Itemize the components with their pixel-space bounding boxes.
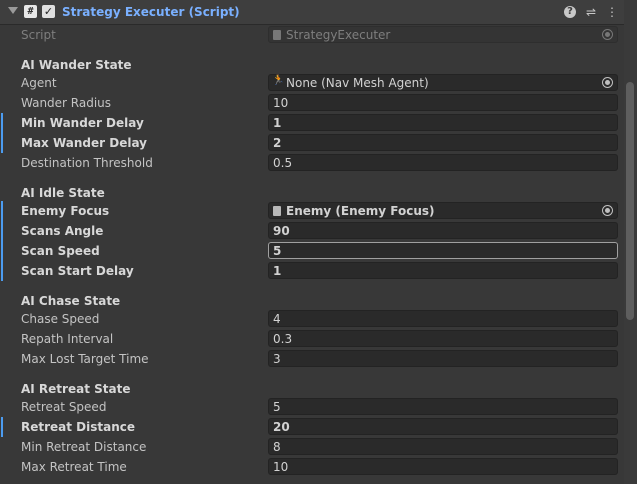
wander-radius-input[interactable]: 10: [268, 94, 618, 111]
field-row-max-retreat-time: Max Retreat Time 10: [0, 457, 624, 477]
modified-indicator: [1, 113, 3, 133]
script-row: Script StrategyExecuter: [0, 25, 624, 45]
retreat-speed-input[interactable]: 5: [268, 398, 618, 415]
field-value: None (Nav Mesh Agent): [286, 76, 429, 90]
object-picker-icon[interactable]: [602, 205, 613, 216]
field-label: Chase Speed: [21, 312, 100, 326]
field-value: 4: [273, 312, 281, 326]
modified-indicator: [1, 221, 3, 241]
field-row-agent: Agent 🏃 None (Nav Mesh Agent): [0, 73, 624, 93]
scan-start-delay-input[interactable]: 1: [268, 262, 618, 279]
destination-threshold-input[interactable]: 0.5: [268, 154, 618, 171]
field-label: Scan Speed: [21, 244, 100, 258]
field-label: Retreat Speed: [21, 400, 107, 414]
field-value: Enemy (Enemy Focus): [286, 204, 435, 218]
object-picker-icon[interactable]: [602, 77, 613, 88]
script-file-icon: [273, 30, 281, 40]
scans-angle-input[interactable]: 90: [268, 222, 618, 239]
modified-indicator: [1, 241, 3, 261]
field-value: 10: [273, 460, 289, 474]
section-heading-retreat: AI Retreat State: [21, 382, 131, 396]
field-label: Enemy Focus: [21, 204, 110, 218]
modified-indicator: [1, 261, 3, 281]
max-lost-target-time-input[interactable]: 3: [268, 350, 618, 367]
field-label: Scans Angle: [21, 224, 104, 238]
modified-indicator: [1, 201, 3, 221]
min-wander-delay-input[interactable]: 1: [268, 114, 618, 131]
field-value: 90: [273, 224, 290, 238]
scan-speed-input[interactable]: 5: [268, 242, 618, 259]
question-icon[interactable]: ?: [564, 6, 576, 18]
field-row-scans-angle: Scans Angle 90: [0, 221, 624, 241]
script-icon: #: [24, 5, 37, 18]
field-label: Repath Interval: [21, 332, 114, 346]
foldout-arrow-icon[interactable]: [8, 7, 18, 14]
field-value: 0.5: [273, 156, 293, 170]
object-picker-icon: [602, 29, 613, 40]
component-header[interactable]: # ✓ Strategy Executer (Script) ? ⇌ ⋮: [0, 0, 624, 25]
field-label: Retreat Distance: [21, 420, 136, 434]
field-row-retreat-distance: Retreat Distance 20: [0, 417, 624, 437]
field-value: 2: [273, 136, 282, 150]
field-row-repath-interval: Repath Interval 0.3: [0, 329, 624, 349]
field-label: Max Wander Delay: [21, 136, 147, 150]
enemy-focus-object-field[interactable]: Enemy (Enemy Focus): [268, 202, 618, 219]
section-heading-wander: AI Wander State: [21, 58, 132, 72]
field-label: Max Lost Target Time: [21, 352, 149, 366]
enable-checkbox[interactable]: ✓: [42, 5, 55, 18]
field-label: Min Wander Delay: [21, 116, 144, 130]
chase-speed-input[interactable]: 4: [268, 310, 618, 327]
field-row-destination-threshold: Destination Threshold 0.5: [0, 153, 624, 173]
sliders-icon[interactable]: ⇌: [584, 5, 598, 19]
field-row-enemy-focus: Enemy Focus Enemy (Enemy Focus): [0, 201, 624, 221]
field-row-min-wander-delay: Min Wander Delay 1: [0, 113, 624, 133]
min-retreat-distance-input[interactable]: 8: [268, 438, 618, 455]
field-row-scan-start-delay: Scan Start Delay 1: [0, 261, 624, 281]
field-row-min-retreat-distance: Min Retreat Distance 8: [0, 437, 624, 457]
max-retreat-time-input[interactable]: 10: [268, 458, 618, 475]
field-value: 20: [273, 420, 290, 434]
field-row-wander-radius: Wander Radius 10: [0, 93, 624, 113]
field-row-max-lost-target-time: Max Lost Target Time 3: [0, 349, 624, 369]
script-field: StrategyExecuter: [268, 26, 618, 43]
field-value: 1: [273, 116, 282, 130]
agent-object-field[interactable]: 🏃 None (Nav Mesh Agent): [268, 74, 618, 91]
field-value: 5: [273, 400, 281, 414]
field-row-chase-speed: Chase Speed 4: [0, 309, 624, 329]
field-value: 5: [273, 244, 282, 258]
field-label: Destination Threshold: [21, 156, 153, 170]
modified-indicator: [1, 417, 3, 437]
field-row-retreat-speed: Retreat Speed 5: [0, 397, 624, 417]
field-label: Min Retreat Distance: [21, 440, 147, 454]
scrollbar-thumb[interactable]: [626, 82, 634, 320]
section-heading-idle: AI Idle State: [21, 186, 105, 200]
field-label: Agent: [21, 76, 57, 90]
modified-indicator: [1, 133, 3, 153]
field-value: 1: [273, 264, 282, 278]
field-row-max-wander-delay: Max Wander Delay 2: [0, 133, 624, 153]
field-label: Max Retreat Time: [21, 460, 127, 474]
retreat-distance-input[interactable]: 20: [268, 418, 618, 435]
field-value: 10: [273, 96, 289, 110]
field-label: Scan Start Delay: [21, 264, 134, 278]
script-file-icon: [273, 206, 281, 216]
script-label: Script: [21, 28, 56, 42]
field-value: 3: [273, 352, 281, 366]
field-row-scan-speed: Scan Speed 5: [0, 241, 624, 261]
max-wander-delay-input[interactable]: 2: [268, 134, 618, 151]
script-value: StrategyExecuter: [286, 28, 391, 42]
field-value: 0.3: [273, 332, 293, 346]
component-title: Strategy Executer (Script): [62, 5, 240, 19]
nav-mesh-agent-icon: 🏃: [272, 75, 285, 86]
field-label: Wander Radius: [21, 96, 112, 110]
field-value: 8: [273, 440, 281, 454]
section-heading-chase: AI Chase State: [21, 294, 121, 308]
repath-interval-input[interactable]: 0.3: [268, 330, 618, 347]
kebab-icon[interactable]: ⋮: [605, 5, 619, 19]
